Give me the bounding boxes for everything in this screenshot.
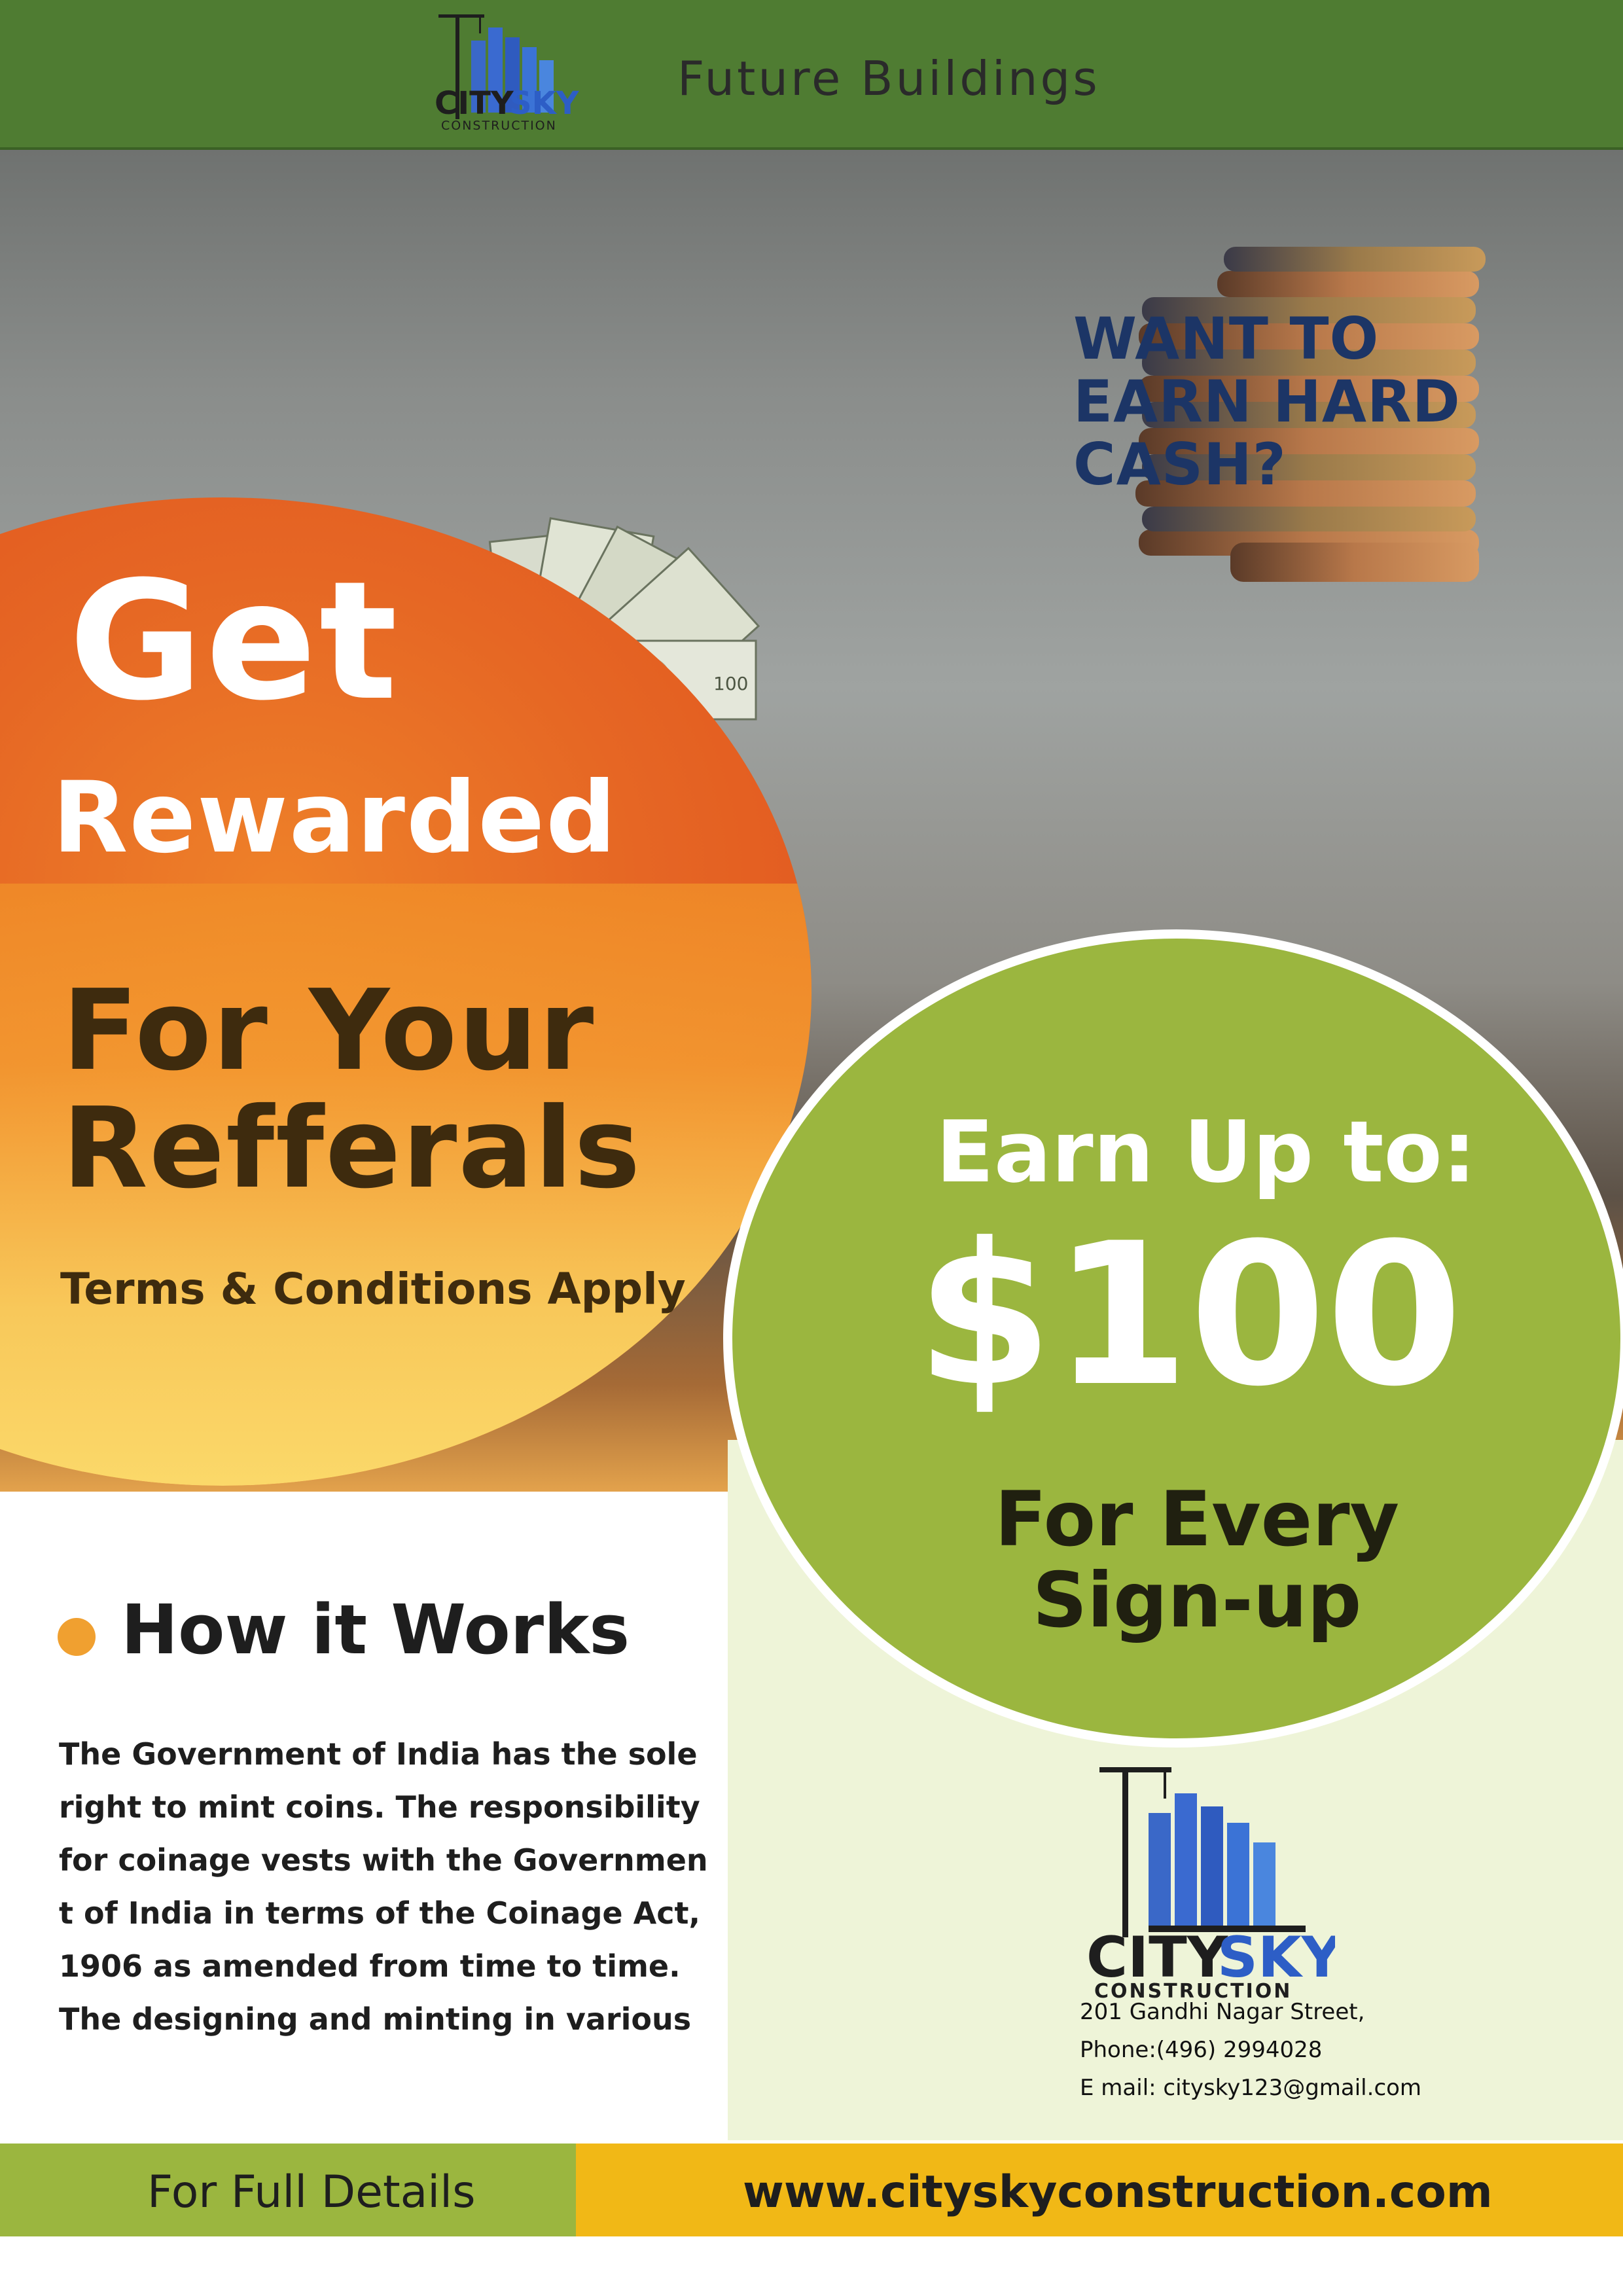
brand-sky-text: SKY [509,85,580,122]
phone-text: Phone:(496) 2994028 [1080,2037,1323,2063]
brand-sub-text: CONSTRUCTION [441,118,557,133]
header-title: Future Buildings [677,51,1100,106]
refferals-heading: Refferals [62,1084,642,1213]
earn-up-to-label: Earn Up to: [936,1102,1476,1202]
header-bar: CITY SKY CONSTRUCTION Future Buildings [0,0,1623,150]
reward-amount: $100 [916,1201,1463,1429]
brand-city-text: CITY [435,85,514,122]
terms-note: Terms & Conditions Apply [60,1264,686,1314]
brand-logo: CITY SKY CONSTRUCTION [435,14,580,133]
get-heading: Get [69,546,401,736]
buildings-icon [1149,1793,1306,1932]
website-link[interactable]: www.cityskyconstruction.com [743,2166,1493,2219]
contact-info: 201 Gandhi Nagar Street, Phone:(496) 299… [1080,1993,1421,2107]
bullet-icon [58,1618,96,1656]
how-it-works-body: The Government of India has the sole rig… [59,1736,708,2037]
full-details-label: For Full Details [147,2166,476,2218]
hero-question: WANT TO EARN HARD CASH? [1073,305,1461,498]
address-text: 201 Gandhi Nagar Street, [1080,1999,1365,2025]
for-every-signup: For Every Sign-up [995,1475,1400,1645]
svg-text:100: 100 [713,673,748,694]
how-it-works-title: How it Works [121,1590,630,1670]
rewarded-heading: Rewarded [52,761,618,875]
email-text[interactable]: E mail: citysky123@gmail.com [1080,2069,1421,2107]
flyer-page: CITY SKY CONSTRUCTION Future Buildings 1… [0,0,1623,2296]
for-your-heading: For Your [62,966,596,1096]
footer-brand-logo: CITY SKY CONSTRUCTION [1086,1767,1335,2003]
